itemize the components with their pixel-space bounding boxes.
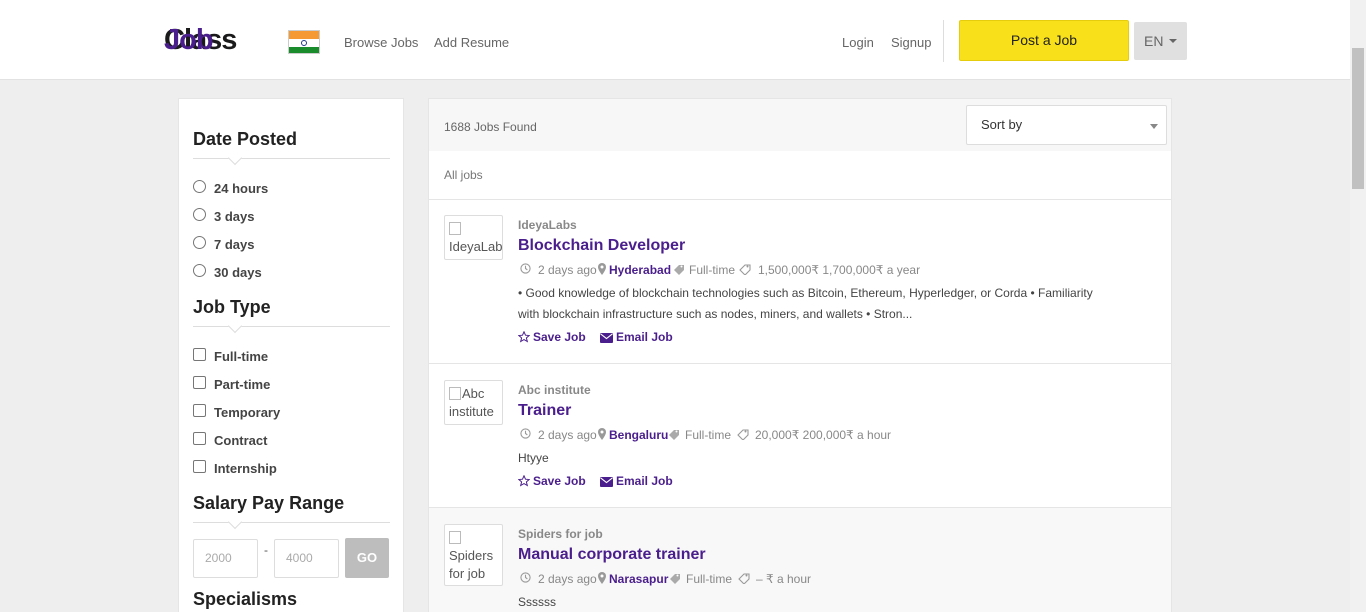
- job-listing: Abc institute Abc institute Trainer 2 da…: [429, 364, 1171, 508]
- salary: – ₹ a hour: [756, 572, 812, 586]
- tag-icon: [669, 572, 681, 587]
- email-job-button[interactable]: Email Job: [600, 330, 673, 344]
- jobs-count: 1688 Jobs Found: [444, 120, 537, 134]
- clock-icon: [520, 428, 531, 442]
- job-location-link[interactable]: Bengaluru: [609, 428, 668, 442]
- section-divider: [193, 326, 390, 327]
- save-job-button[interactable]: Save Job: [517, 330, 586, 344]
- radio-button[interactable]: [193, 180, 206, 193]
- site-header: Job Class Browse Jobs Add Resume Login Si…: [0, 0, 1350, 80]
- site-logo[interactable]: Job Class: [164, 24, 237, 57]
- company-logo[interactable]: Spiders for job: [444, 524, 503, 586]
- caret-down-icon: [1150, 124, 1158, 129]
- login-link[interactable]: Login: [842, 35, 874, 50]
- envelope-icon: [600, 477, 613, 487]
- job-title-link[interactable]: Trainer: [518, 402, 571, 420]
- salary: 1,500,000₹ 1,700,000₹ a year: [758, 263, 921, 277]
- section-divider-notch: [227, 150, 243, 166]
- post-job-button[interactable]: Post a Job: [959, 20, 1129, 61]
- section-divider: [193, 522, 390, 523]
- job-description: • Good knowledge of blockchain technolog…: [518, 286, 1093, 321]
- company-name: IdeyaLabs: [518, 218, 577, 232]
- caret-down-icon: [1169, 39, 1177, 43]
- salary-go-button[interactable]: GO: [345, 538, 389, 578]
- salary: 20,000₹ 200,000₹ a hour: [755, 428, 892, 442]
- broken-image-icon: [449, 387, 461, 400]
- posted-time: 2 days ago: [538, 263, 597, 277]
- job-type-heading: Job Type: [193, 297, 271, 317]
- posted-time: 2 days ago: [538, 428, 597, 442]
- section-divider-notch: [227, 514, 243, 530]
- sort-label: Sort by: [981, 117, 1023, 132]
- job-location-link[interactable]: Hyderabad: [609, 263, 671, 277]
- sort-dropdown[interactable]: Sort by: [966, 105, 1167, 145]
- job-location-link[interactable]: Narasapur: [609, 572, 668, 586]
- job-results-panel: 1688 Jobs Found Sort by All jobs IdeyaLa…: [428, 98, 1172, 612]
- scrollbar-thumb[interactable]: [1352, 48, 1364, 189]
- company-name: Spiders for job: [518, 527, 603, 541]
- job-type: Full-time: [689, 263, 736, 277]
- broken-image-icon: [449, 222, 461, 235]
- clock-icon: [520, 572, 531, 586]
- map-marker-icon: [598, 263, 606, 278]
- money-tag-icon: [739, 263, 751, 278]
- money-tag-icon: [738, 572, 750, 587]
- map-marker-icon: [598, 428, 606, 443]
- salary-separator: -: [264, 543, 268, 557]
- map-marker-icon: [598, 572, 606, 587]
- salary-range-heading: Salary Pay Range: [193, 493, 345, 513]
- job-listing: IdeyaLabs IdeyaLabs Blockchain Developer…: [429, 199, 1171, 364]
- tag-icon: [673, 263, 685, 278]
- signup-link[interactable]: Signup: [891, 35, 931, 50]
- language-dropdown[interactable]: EN: [1134, 22, 1187, 60]
- job-title-link[interactable]: Blockchain Developer: [518, 237, 685, 255]
- company-logo[interactable]: Abc institute: [444, 380, 503, 425]
- section-divider-notch: [227, 318, 243, 334]
- job-type: Full-time: [685, 428, 732, 442]
- date-posted-heading: Date Posted: [193, 129, 298, 149]
- broken-image-icon: [449, 531, 461, 544]
- email-job-button[interactable]: Email Job: [600, 474, 673, 488]
- salary-max-input[interactable]: 4000: [274, 539, 339, 578]
- checkbox[interactable]: [193, 348, 206, 361]
- posted-time: 2 days ago: [538, 572, 597, 586]
- salary-min-input[interactable]: 2000: [193, 539, 258, 578]
- nav-add-resume[interactable]: Add Resume: [434, 35, 509, 50]
- radio-button[interactable]: [193, 236, 206, 249]
- results-toolbar: 1688 Jobs Found Sort by: [429, 99, 1171, 151]
- filter-sidebar: Date Posted 24 hours 3 days 7 days 30 da…: [178, 98, 404, 612]
- language-label: EN: [1144, 33, 1164, 49]
- job-type: Full-time: [686, 572, 733, 586]
- job-listing: Spiders for job Spiders for job Manual c…: [429, 508, 1171, 612]
- all-jobs-label: All jobs: [444, 168, 483, 182]
- clock-icon: [520, 263, 531, 277]
- job-title-link[interactable]: Manual corporate trainer: [518, 546, 706, 564]
- nav-browse-jobs[interactable]: Browse Jobs: [344, 35, 418, 50]
- company-name: Abc institute: [518, 383, 591, 397]
- job-description: Htyye: [518, 451, 549, 465]
- checkbox[interactable]: [193, 460, 206, 473]
- tag-icon: [668, 428, 680, 443]
- page-scrollbar[interactable]: [1350, 0, 1366, 612]
- india-flag-icon[interactable]: [288, 30, 320, 54]
- logo-job-text: Job: [164, 24, 214, 56]
- star-icon: [517, 474, 531, 487]
- save-job-button[interactable]: Save Job: [517, 474, 586, 488]
- specialisms-heading: Specialisms: [193, 589, 298, 609]
- radio-button[interactable]: [193, 208, 206, 221]
- checkbox[interactable]: [193, 404, 206, 417]
- radio-button[interactable]: [193, 264, 206, 277]
- envelope-icon: [600, 333, 613, 343]
- section-divider: [193, 158, 390, 159]
- header-divider: [943, 20, 944, 62]
- star-icon: [517, 330, 531, 343]
- money-tag-icon: [737, 428, 749, 443]
- job-description: Ssssss: [518, 595, 557, 609]
- checkbox[interactable]: [193, 432, 206, 445]
- checkbox[interactable]: [193, 376, 206, 389]
- company-logo[interactable]: IdeyaLabs: [444, 215, 503, 260]
